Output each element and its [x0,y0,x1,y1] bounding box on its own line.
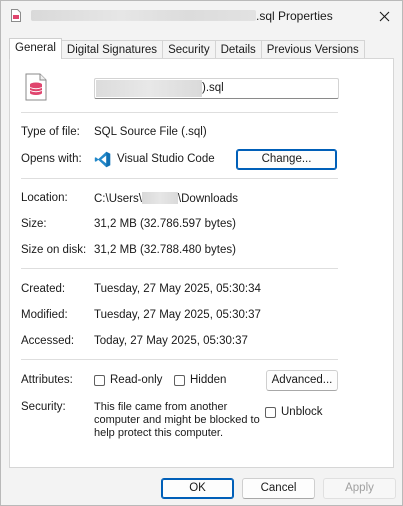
hidden-label: Hidden [190,374,227,386]
opens-with-value: Visual Studio Code [117,153,215,165]
separator [21,112,338,113]
location-label: Location: [21,192,68,204]
readonly-label: Read-only [110,374,163,386]
file-name-suffix: ).sql [202,82,224,94]
ok-button[interactable]: OK [161,478,234,499]
unblock-checkbox[interactable]: Unblock [265,406,323,418]
attributes-label: Attributes: [21,374,73,386]
security-message: This file came from another computer and… [94,401,260,439]
modified-label: Modified: [21,309,68,321]
window-title: .sql Properties [256,9,333,23]
redacted-username [141,192,178,204]
advanced-button[interactable]: Advanced... [266,370,338,391]
type-of-file-label: Type of file: [21,126,80,138]
hidden-checkbox[interactable]: Hidden [174,374,226,386]
tab-details[interactable]: Details [215,40,262,59]
file-name-input[interactable]: ).sql [94,78,339,99]
redacted-file-name [96,80,202,97]
size-on-disk-value: 31,2 MB (32.788.480 bytes) [94,244,236,256]
opens-with-label: Opens with: [21,153,82,165]
tab-security[interactable]: Security [163,40,216,59]
accessed-value: Today, 27 May 2025, 05:30:37 [94,335,248,347]
accessed-label: Accessed: [21,335,75,347]
readonly-checkbox[interactable]: Read-only [94,374,162,386]
hidden-checkbox-box[interactable] [174,374,185,386]
size-label: Size: [21,218,47,230]
close-button[interactable] [372,5,396,27]
tab-general[interactable]: General [9,38,62,59]
location-suffix: \Downloads [177,193,239,205]
separator [21,178,338,179]
created-label: Created: [21,283,66,295]
size-value: 31,2 MB (32.786.597 bytes) [94,218,236,230]
close-icon [379,11,389,21]
tab-strip: General Digital Signatures Security Deta… [9,38,365,59]
sql-file-icon [25,73,47,101]
separator [21,268,338,269]
location-prefix: C:\Users\ [94,193,142,205]
separator [21,359,338,360]
size-on-disk-label: Size on disk: [21,244,87,256]
type-of-file-value: SQL Source File (.sql) [94,126,207,138]
redacted-title [31,10,256,21]
title-bar: .sql Properties [1,1,402,31]
readonly-checkbox-box[interactable] [94,374,105,386]
unblock-checkbox-box[interactable] [265,406,276,418]
cancel-button[interactable]: Cancel [242,478,315,499]
modified-value: Tuesday, 27 May 2025, 05:30:37 [94,309,261,321]
apply-button[interactable]: Apply [323,478,396,499]
change-button[interactable]: Change... [236,149,337,170]
vscode-icon [94,151,111,168]
tab-digital-signatures[interactable]: Digital Signatures [61,40,164,59]
file-icon [11,9,21,22]
security-label: Security: [21,401,66,413]
created-value: Tuesday, 27 May 2025, 05:30:34 [94,283,261,295]
unblock-label: Unblock [281,406,323,418]
general-panel: ).sql Type of file: SQL Source File (.sq… [9,58,394,468]
location-value: C:\Users\ \Downloads [94,192,238,205]
tab-previous-versions[interactable]: Previous Versions [261,40,365,59]
properties-window: .sql Properties General Digital Signatur… [0,0,403,506]
